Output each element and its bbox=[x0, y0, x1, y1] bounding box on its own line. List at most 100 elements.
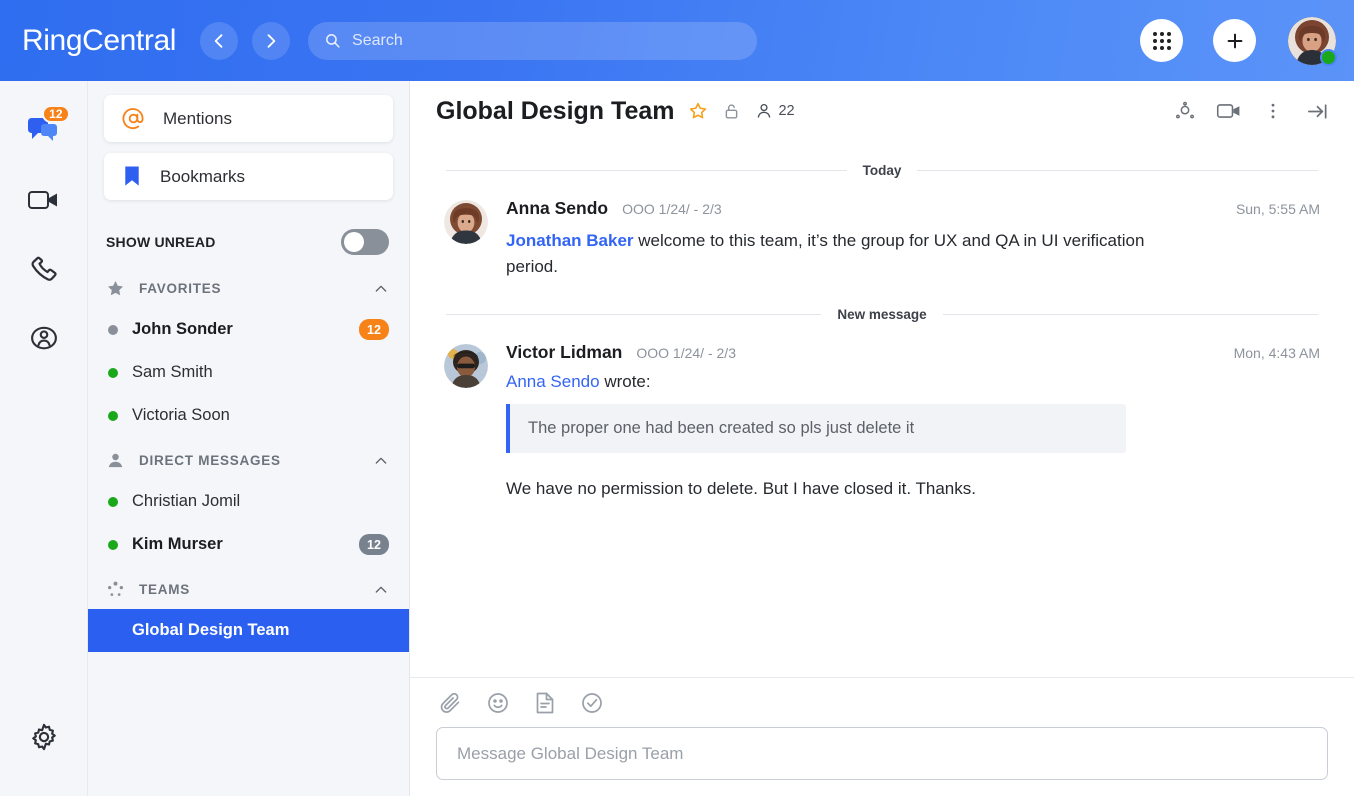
message-item: Anna Sendo OOO 1/24/ - 2/3 Sun, 5:55 AM … bbox=[436, 184, 1328, 285]
members-info[interactable]: 22 bbox=[755, 102, 794, 120]
presence-dot bbox=[108, 497, 118, 507]
section-header-direct-messages[interactable]: DIRECT MESSAGES bbox=[88, 437, 409, 480]
attach-icon bbox=[438, 691, 462, 715]
gear-icon bbox=[29, 722, 59, 752]
divider-label: New message bbox=[837, 307, 926, 322]
chevron-up-icon[interactable] bbox=[373, 281, 389, 297]
sidebar: Mentions Bookmarks SHOW UNREAD FAVORITES bbox=[88, 81, 410, 796]
message-author: Anna Sendo bbox=[506, 198, 608, 219]
message-text: We have no permission to delete. But I h… bbox=[506, 479, 1320, 499]
conversation-name: Sam Smith bbox=[132, 363, 389, 382]
date-divider-today: Today bbox=[446, 163, 1318, 178]
at-icon bbox=[122, 107, 145, 130]
conversation-name: Global Design Team bbox=[108, 621, 389, 640]
phone-rail-icon bbox=[29, 254, 59, 284]
avatar[interactable] bbox=[444, 200, 488, 244]
mention-link[interactable]: Jonathan Baker bbox=[506, 231, 634, 250]
attach-file-button[interactable] bbox=[438, 691, 462, 715]
list-item[interactable]: Victoria Soon bbox=[88, 394, 409, 437]
collapse-right-icon bbox=[1306, 100, 1329, 123]
show-unread-toggle[interactable] bbox=[341, 229, 389, 255]
emoji-button[interactable] bbox=[486, 691, 510, 715]
task-button[interactable] bbox=[580, 691, 604, 715]
presence-dot bbox=[108, 540, 118, 550]
message-author-status: OOO 1/24/ - 2/3 bbox=[622, 201, 722, 217]
message-list: Today bbox=[410, 141, 1354, 677]
message-item: Victor Lidman OOO 1/24/ - 2/3 Mon, 4:43 … bbox=[436, 328, 1328, 503]
conversation-name: Kim Murser bbox=[132, 535, 345, 554]
chevron-up-icon[interactable] bbox=[373, 582, 389, 598]
rail-item-settings[interactable] bbox=[16, 709, 72, 765]
list-item[interactable]: John Sonder 12 bbox=[88, 308, 409, 351]
divider-line bbox=[446, 170, 847, 171]
teams-icon bbox=[106, 580, 125, 599]
share-icon bbox=[1174, 100, 1196, 122]
person-icon bbox=[755, 102, 773, 120]
rail-item-contacts[interactable] bbox=[16, 310, 72, 366]
avatar[interactable] bbox=[1288, 17, 1336, 65]
show-unread-label: SHOW UNREAD bbox=[106, 234, 216, 250]
message-composer: Message Global Design Team bbox=[410, 677, 1354, 796]
conversation-name: Christian Jomil bbox=[132, 492, 389, 511]
page-title: Global Design Team bbox=[436, 97, 674, 126]
section-header-teams[interactable]: TEAMS bbox=[88, 566, 409, 609]
list-item[interactable]: Kim Murser 12 bbox=[88, 523, 409, 566]
presence-dot bbox=[108, 411, 118, 421]
star-outline-icon[interactable] bbox=[688, 101, 708, 121]
list-item[interactable]: Sam Smith bbox=[88, 351, 409, 394]
message-input[interactable]: Message Global Design Team bbox=[436, 727, 1328, 780]
video-camera-icon bbox=[1216, 101, 1242, 121]
message-meta: Victor Lidman OOO 1/24/ - 2/3 Mon, 4:43 … bbox=[506, 342, 1320, 363]
presence-dot bbox=[108, 325, 118, 335]
message-text: Jonathan Baker welcome to this team, it’… bbox=[506, 228, 1146, 281]
quote-author-link[interactable]: Anna Sendo bbox=[506, 372, 600, 391]
quoted-message: The proper one had been created so pls j… bbox=[506, 404, 1126, 453]
back-button[interactable] bbox=[200, 22, 238, 60]
divider-line bbox=[446, 314, 821, 315]
unlock-icon[interactable] bbox=[722, 102, 741, 121]
section-header-favorites[interactable]: FAVORITES bbox=[88, 265, 409, 308]
app-body: 12 bbox=[0, 81, 1354, 796]
chevron-left-icon bbox=[209, 31, 229, 51]
conversation-name: John Sonder bbox=[132, 320, 345, 339]
sidebar-item-bookmarks[interactable]: Bookmarks bbox=[104, 153, 393, 200]
quote-attribution: Anna Sendo wrote: bbox=[506, 372, 1320, 392]
more-vertical-icon bbox=[1263, 101, 1283, 121]
search-icon bbox=[324, 32, 341, 49]
forward-button[interactable] bbox=[252, 22, 290, 60]
bookmarks-label: Bookmarks bbox=[160, 167, 245, 187]
add-button[interactable] bbox=[1213, 19, 1256, 62]
brand-logo: RingCentral bbox=[22, 24, 176, 58]
section-title-direct-messages: DIRECT MESSAGES bbox=[139, 453, 359, 468]
dialpad-icon bbox=[1153, 32, 1171, 50]
sidebar-item-mentions[interactable]: Mentions bbox=[104, 95, 393, 142]
chevron-up-icon[interactable] bbox=[373, 453, 389, 469]
ringcentral-app: RingCentral Search bbox=[0, 0, 1354, 796]
dialpad-button[interactable] bbox=[1140, 19, 1183, 62]
main-panel: Global Design Team 22 bbox=[410, 81, 1354, 796]
rail-item-phone[interactable] bbox=[16, 241, 72, 297]
video-call-button[interactable] bbox=[1214, 96, 1244, 126]
new-message-divider: New message bbox=[446, 307, 1318, 322]
collapse-panel-button[interactable] bbox=[1302, 96, 1332, 126]
rail-item-message[interactable]: 12 bbox=[16, 103, 72, 159]
avatar[interactable] bbox=[444, 344, 488, 388]
message-meta: Anna Sendo OOO 1/24/ - 2/3 Sun, 5:55 AM bbox=[506, 198, 1320, 219]
toggle-knob bbox=[344, 232, 364, 252]
note-button[interactable] bbox=[534, 691, 556, 715]
share-button[interactable] bbox=[1170, 96, 1200, 126]
icon-rail: 12 bbox=[0, 81, 88, 796]
chevron-right-icon bbox=[261, 31, 281, 51]
more-options-button[interactable] bbox=[1258, 96, 1288, 126]
list-item[interactable]: Christian Jomil bbox=[88, 480, 409, 523]
presence-dot bbox=[108, 368, 118, 378]
search-bar[interactable]: Search bbox=[308, 22, 757, 60]
message-author: Victor Lidman bbox=[506, 342, 622, 363]
presence-indicator bbox=[1320, 49, 1337, 66]
message-input-placeholder: Message Global Design Team bbox=[457, 744, 683, 764]
mentions-label: Mentions bbox=[163, 109, 232, 129]
composer-toolbar bbox=[436, 691, 1328, 727]
rail-item-video[interactable] bbox=[16, 172, 72, 228]
sidebar-item-global-design-team[interactable]: Global Design Team bbox=[88, 609, 409, 652]
unread-badge: 12 bbox=[359, 319, 389, 340]
